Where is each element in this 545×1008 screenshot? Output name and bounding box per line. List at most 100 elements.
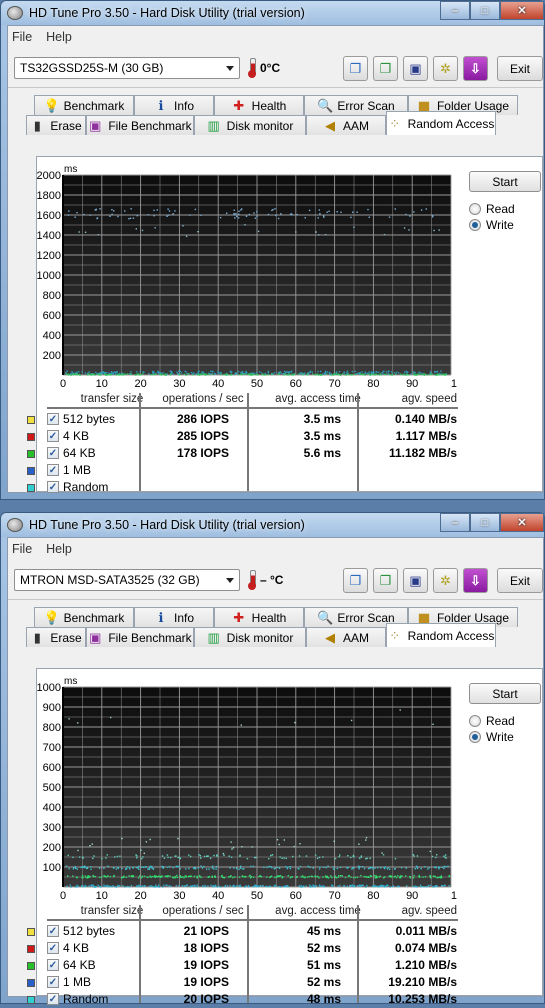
series-checkbox[interactable]: ✓ bbox=[47, 447, 59, 459]
access-sample-dot bbox=[255, 374, 257, 376]
access-sample-dot bbox=[75, 373, 77, 376]
access-sample-dot bbox=[343, 371, 345, 373]
access-sample-dot bbox=[94, 875, 96, 878]
tab-health[interactable]: ✚ Health bbox=[214, 607, 304, 627]
menu-help[interactable]: Help bbox=[46, 30, 72, 44]
maximize-button[interactable]: □ bbox=[470, 513, 500, 532]
disk-monitor-icon: ▥ bbox=[207, 117, 220, 133]
tab-benchmark[interactable]: 💡 Benchmark bbox=[34, 95, 134, 115]
options-button[interactable]: ✲ bbox=[433, 568, 458, 593]
access-sample-dot bbox=[286, 885, 289, 887]
access-sample-dot bbox=[162, 867, 164, 869]
access-sample-dot bbox=[353, 867, 355, 869]
start-button[interactable]: Start bbox=[469, 171, 541, 192]
download-button[interactable]: ⇩ bbox=[463, 56, 488, 81]
tab-aam[interactable]: ◀ AAM bbox=[306, 115, 386, 135]
y-tick-label: 1000 bbox=[37, 682, 61, 694]
floppy-disk-icon: ▣ bbox=[409, 572, 422, 588]
menu-file[interactable]: File bbox=[12, 30, 32, 44]
minimize-button[interactable]: – bbox=[440, 513, 470, 532]
drive-select[interactable]: MTRON MSD-SATA3525 (32 GB) bbox=[14, 568, 240, 591]
access-sample-dot bbox=[286, 371, 288, 373]
access-sample-dot bbox=[209, 857, 212, 859]
tab-file-benchmark[interactable]: ▣ File Benchmark bbox=[86, 627, 194, 647]
access-sample-dot bbox=[154, 875, 156, 877]
tab-info[interactable]: ℹ Info bbox=[134, 95, 214, 115]
access-sample-dot bbox=[179, 370, 182, 373]
tab-disk-monitor[interactable]: ▥ Disk monitor bbox=[194, 627, 306, 647]
access-sample-dot bbox=[371, 866, 373, 868]
exit-button[interactable]: Exit bbox=[497, 568, 543, 593]
access-sample-dot bbox=[294, 721, 296, 724]
read-radio[interactable]: Read bbox=[469, 714, 515, 728]
access-sample-dot bbox=[98, 885, 101, 888]
access-sample-dot bbox=[111, 209, 113, 211]
access-sample-dot bbox=[405, 875, 407, 877]
series-checkbox[interactable]: ✓ bbox=[47, 942, 59, 954]
title-bar[interactable]: HD Tune Pro 3.50 - Hard Disk Utility (tr… bbox=[1, 513, 544, 537]
minimize-button[interactable]: – bbox=[440, 1, 470, 20]
access-sample-dot bbox=[358, 867, 360, 869]
menu-file[interactable]: File bbox=[12, 542, 32, 556]
copy-info-button[interactable]: ❐ bbox=[343, 568, 368, 593]
series-checkbox[interactable]: ✓ bbox=[47, 413, 59, 425]
access-sample-dot bbox=[443, 865, 446, 868]
access-sample-dot bbox=[378, 876, 380, 878]
close-button[interactable]: ✕ bbox=[500, 513, 544, 532]
access-sample-dot bbox=[190, 855, 192, 858]
tab-erase[interactable]: ▮ Erase bbox=[26, 627, 86, 647]
tab-health[interactable]: ✚ Health bbox=[214, 95, 304, 115]
access-sample-dot bbox=[398, 372, 400, 374]
result-row: ✓ 512 bytes 21 IOPS 45 ms 0.011 MB/s bbox=[27, 923, 467, 940]
access-sample-dot bbox=[136, 215, 138, 217]
tab-benchmark[interactable]: 💡 Benchmark bbox=[34, 607, 134, 627]
access-sample-dot bbox=[297, 867, 299, 870]
access-sample-dot bbox=[258, 875, 260, 878]
access-sample-dot bbox=[404, 371, 406, 373]
write-radio[interactable]: Write bbox=[469, 218, 514, 232]
access-sample-dot bbox=[326, 876, 328, 879]
tab-disk-monitor[interactable]: ▥ Disk monitor bbox=[194, 115, 306, 135]
download-button[interactable]: ⇩ bbox=[463, 568, 488, 593]
series-checkbox[interactable]: ✓ bbox=[47, 925, 59, 937]
transfer-size-label: Random bbox=[63, 480, 109, 494]
access-sample-dot bbox=[322, 856, 324, 858]
copy-info-button[interactable]: ❐ bbox=[343, 56, 368, 81]
access-sample-dot bbox=[169, 370, 171, 372]
series-checkbox[interactable]: ✓ bbox=[47, 959, 59, 971]
tab-aam[interactable]: ◀ AAM bbox=[306, 627, 386, 647]
access-sample-dot bbox=[121, 867, 123, 870]
tab-label: Benchmark bbox=[63, 98, 125, 113]
series-checkbox[interactable]: ✓ bbox=[47, 993, 59, 1005]
series-checkbox[interactable]: ✓ bbox=[47, 976, 59, 988]
series-checkbox[interactable]: ✓ bbox=[47, 430, 59, 442]
options-button[interactable]: ✲ bbox=[433, 56, 458, 81]
access-sample-dot bbox=[121, 837, 123, 840]
transfer-size-label: 1 MB bbox=[63, 463, 92, 477]
tab-info[interactable]: ℹ Info bbox=[134, 607, 214, 627]
tab-file-benchmark[interactable]: ▣ File Benchmark bbox=[86, 115, 194, 135]
write-radio[interactable]: Write bbox=[469, 730, 514, 744]
tab-random-access[interactable]: ⁘ Random Access bbox=[386, 111, 496, 135]
save-button[interactable]: ▣ bbox=[403, 568, 428, 593]
series-checkbox[interactable]: ✓ bbox=[47, 481, 59, 493]
maximize-button[interactable]: □ bbox=[470, 1, 500, 20]
read-radio[interactable]: Read bbox=[469, 202, 515, 216]
access-sample-dot bbox=[268, 885, 270, 887]
drive-select[interactable]: TS32GSSD25S-M (30 GB) bbox=[14, 56, 240, 79]
copy-screenshot-button[interactable]: ❐ bbox=[373, 56, 398, 81]
tab-random-access[interactable]: ⁘ Random Access bbox=[386, 623, 496, 647]
access-sample-dot bbox=[365, 372, 367, 375]
menu-help[interactable]: Help bbox=[46, 542, 72, 556]
access-sample-dot bbox=[177, 373, 179, 375]
series-checkbox[interactable]: ✓ bbox=[47, 464, 59, 476]
copy-screenshot-button[interactable]: ❐ bbox=[373, 568, 398, 593]
title-bar[interactable]: HD Tune Pro 3.50 - Hard Disk Utility (tr… bbox=[1, 1, 544, 25]
access-sample-dot bbox=[312, 867, 314, 869]
access-sample-dot bbox=[384, 373, 386, 376]
save-button[interactable]: ▣ bbox=[403, 56, 428, 81]
close-button[interactable]: ✕ bbox=[500, 1, 544, 20]
start-button[interactable]: Start bbox=[469, 683, 541, 704]
exit-button[interactable]: Exit bbox=[497, 56, 543, 81]
tab-erase[interactable]: ▮ Erase bbox=[26, 115, 86, 135]
